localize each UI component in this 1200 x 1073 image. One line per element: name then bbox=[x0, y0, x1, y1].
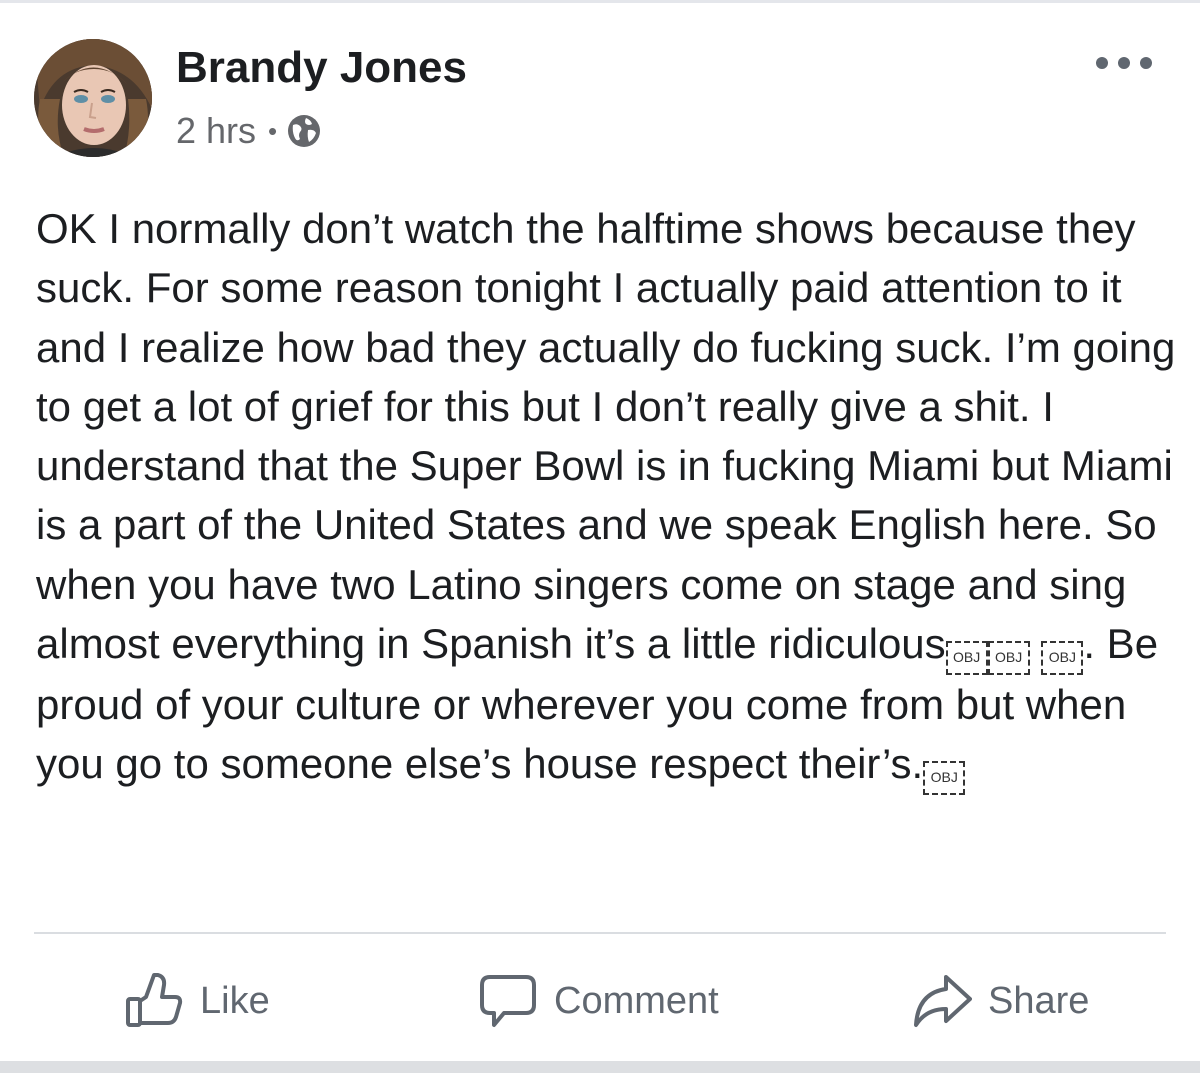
more-options-icon[interactable] bbox=[1096, 53, 1152, 73]
post-text: OK I normally don’t watch the halftime s… bbox=[36, 199, 1176, 796]
author-name[interactable]: Brandy Jones bbox=[176, 43, 467, 93]
more-dot bbox=[1096, 57, 1108, 69]
post-text-part-1: OK I normally don’t watch the halftime s… bbox=[36, 205, 1176, 668]
share-button[interactable]: Share bbox=[912, 958, 1089, 1044]
post-header: Brandy Jones 2 hrs • bbox=[34, 39, 1166, 159]
post-meta: 2 hrs • bbox=[176, 109, 321, 153]
divider bbox=[34, 932, 1166, 934]
like-button[interactable]: Like bbox=[124, 958, 270, 1044]
comment-icon bbox=[480, 975, 536, 1027]
emoji-placeholder: OBJ bbox=[945, 641, 988, 676]
emoji-placeholder: OBJ bbox=[923, 761, 966, 796]
share-label: Share bbox=[988, 979, 1090, 1022]
avatar[interactable] bbox=[34, 39, 152, 157]
action-bar: Like Comment Share bbox=[0, 958, 1200, 1044]
post-card: Brandy Jones 2 hrs • OK I normally don’t… bbox=[0, 3, 1200, 1061]
like-label: Like bbox=[200, 979, 270, 1022]
globe-icon[interactable] bbox=[287, 114, 321, 148]
bottom-border bbox=[0, 1061, 1200, 1073]
thumbs-up-icon bbox=[126, 973, 183, 1027]
comment-button[interactable]: Comment bbox=[478, 958, 719, 1044]
comment-label: Comment bbox=[554, 979, 719, 1022]
meta-separator: • bbox=[268, 115, 278, 146]
share-icon bbox=[914, 975, 972, 1027]
avatar-image bbox=[34, 39, 152, 157]
emoji-placeholder: OBJ bbox=[987, 641, 1030, 676]
emoji-placeholder: OBJ bbox=[1041, 641, 1084, 676]
more-dot bbox=[1118, 57, 1130, 69]
post-time[interactable]: 2 hrs bbox=[176, 110, 256, 152]
more-dot bbox=[1140, 57, 1152, 69]
